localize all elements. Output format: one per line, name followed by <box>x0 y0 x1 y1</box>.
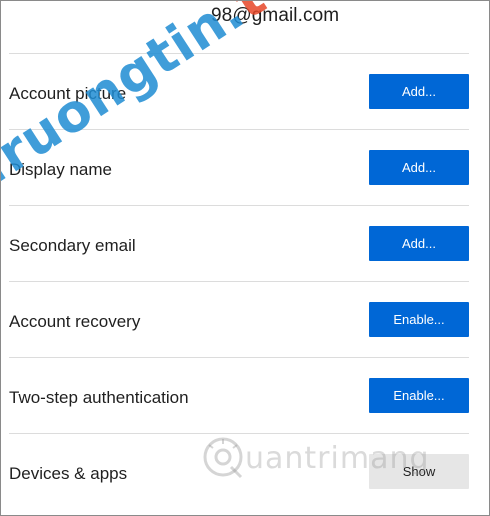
setting-label-display-name: Display name <box>9 160 112 179</box>
account-settings-window: 98@gmail.com Account picture Add... Disp… <box>0 0 490 516</box>
setting-row-secondary-email: Secondary email Add... <box>9 206 469 282</box>
setting-row-display-name: Display name Add... <box>9 130 469 206</box>
setting-row-devices-apps: Devices & apps Show <box>9 434 469 509</box>
setting-row-account-picture: Account picture Add... <box>9 54 469 130</box>
add-display-name-button[interactable]: Add... <box>369 150 469 185</box>
setting-label-secondary-email: Secondary email <box>9 236 136 255</box>
setting-label-devices-apps: Devices & apps <box>9 464 128 483</box>
add-account-picture-button[interactable]: Add... <box>369 74 469 109</box>
enable-account-recovery-button[interactable]: Enable... <box>369 302 469 337</box>
show-devices-apps-button[interactable]: Show <box>369 454 469 489</box>
account-email: 98@gmail.com <box>211 5 340 26</box>
setting-label-account-picture: Account picture <box>9 84 127 103</box>
add-secondary-email-button[interactable]: Add... <box>369 226 469 261</box>
setting-label-account-recovery: Account recovery <box>9 312 141 331</box>
account-settings-list: Account picture Add... Display name Add.… <box>9 53 469 509</box>
enable-two-step-authentication-button[interactable]: Enable... <box>369 378 469 413</box>
setting-row-two-step-authentication: Two-step authentication Enable... <box>9 358 469 434</box>
setting-label-two-step-authentication: Two-step authentication <box>9 388 189 407</box>
setting-row-account-recovery: Account recovery Enable... <box>9 282 469 358</box>
